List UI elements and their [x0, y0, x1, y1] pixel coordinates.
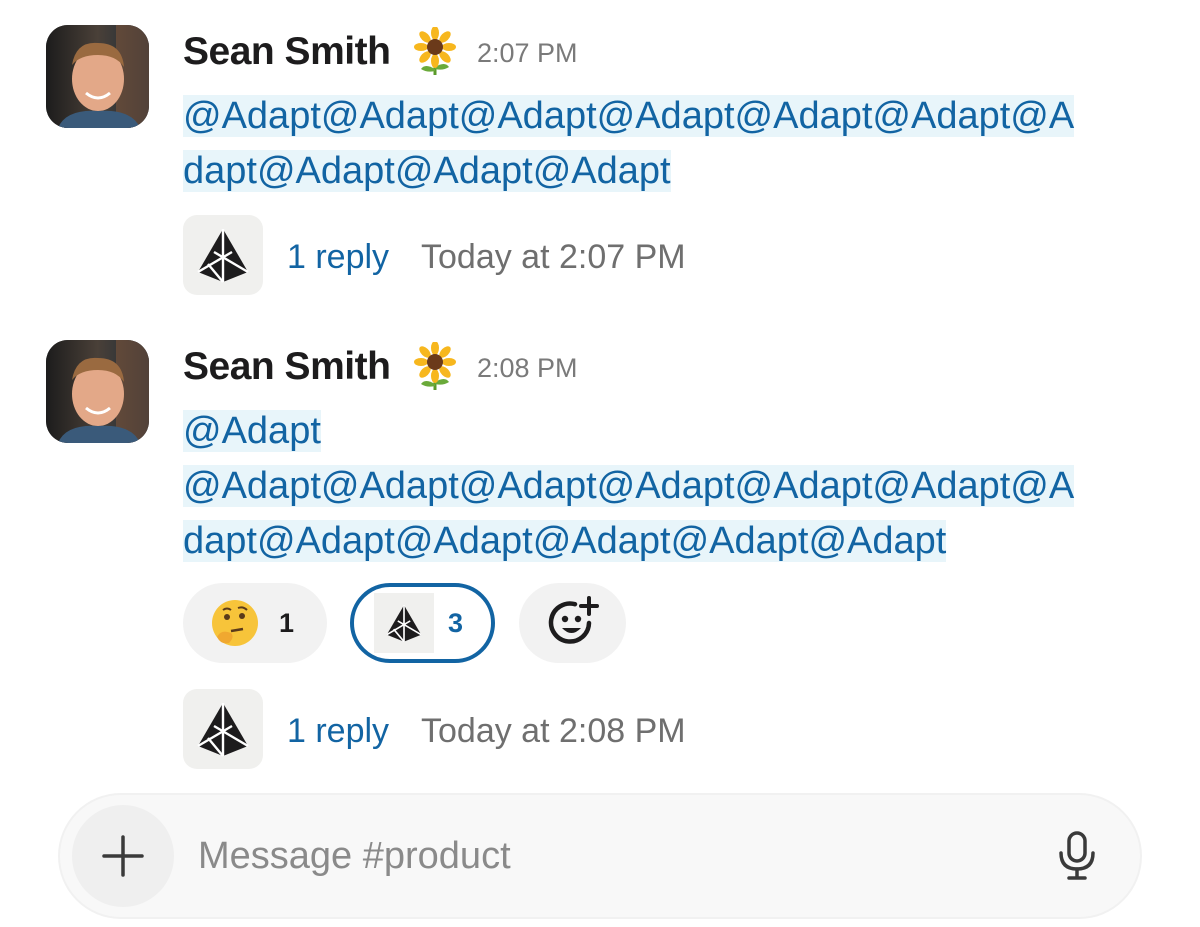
author-name[interactable]: Sean Smith — [183, 344, 391, 390]
adapt-logo-icon — [183, 689, 263, 769]
message-text: @Adapt @Adapt@Adapt@Adapt@Adapt@Adapt@Ad… — [183, 404, 1143, 569]
mention[interactable]: @Adapt — [183, 410, 321, 452]
reaction-count: 3 — [448, 607, 464, 638]
message-input[interactable]: Message #product — [198, 833, 511, 879]
sunflower-icon — [413, 341, 457, 392]
message-timestamp[interactable]: 2:07 PM — [477, 36, 578, 70]
sunflower-icon — [413, 26, 457, 77]
reaction-thinking-face[interactable]: 1 — [183, 583, 327, 663]
mention[interactable]: dapt@Adapt@Adapt@Adapt@Adapt@Adapt — [183, 520, 947, 562]
thread-reply-link[interactable]: 1 reply — [287, 711, 389, 751]
thread-last-reply-time: Today at 2:07 PM — [421, 238, 686, 276]
message-timestamp[interactable]: 2:08 PM — [477, 351, 578, 385]
adapt-logo-icon — [183, 215, 263, 295]
add-reaction-icon — [548, 596, 599, 644]
author-name[interactable]: Sean Smith — [183, 29, 391, 75]
mention[interactable]: @Adapt@Adapt@Adapt@Adapt@Adapt@Adapt@A — [183, 465, 1075, 507]
message-text: @Adapt@Adapt@Adapt@Adapt@Adapt@Adapt@A d… — [183, 89, 1143, 199]
microphone-icon[interactable] — [1056, 831, 1098, 881]
plus-icon — [102, 835, 144, 877]
thinking-face-icon — [212, 600, 258, 646]
message-composer[interactable]: Message #product — [60, 795, 1140, 917]
thread-last-reply-time: Today at 2:08 PM — [421, 712, 686, 750]
reaction-count: 1 — [279, 607, 295, 638]
attach-button[interactable] — [72, 805, 174, 907]
avatar[interactable] — [46, 340, 149, 443]
avatar[interactable] — [46, 25, 149, 128]
adapt-logo-icon — [374, 593, 434, 653]
thread-reply-link[interactable]: 1 reply — [287, 237, 389, 277]
add-reaction-button[interactable] — [519, 583, 626, 663]
mention[interactable]: @Adapt@Adapt@Adapt@Adapt@Adapt@Adapt@A — [183, 95, 1075, 137]
reaction-adapt[interactable]: 3 — [350, 583, 495, 663]
mention[interactable]: dapt@Adapt@Adapt@Adapt — [183, 150, 671, 192]
